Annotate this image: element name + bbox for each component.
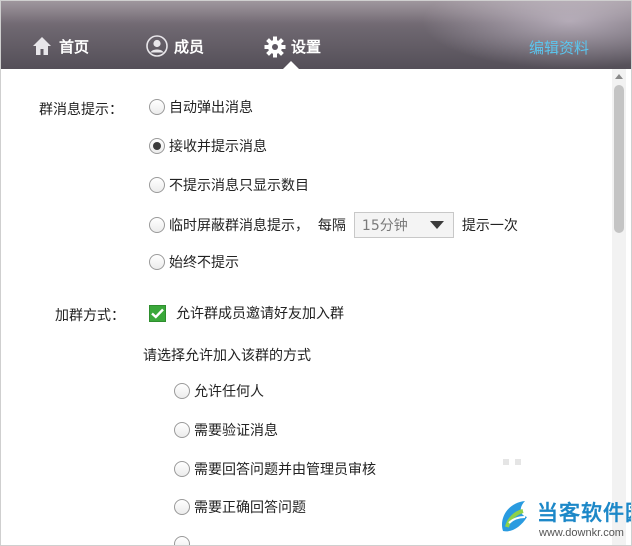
interval-select[interactable]: 15分钟 xyxy=(353,212,454,238)
member-icon xyxy=(146,35,168,57)
radio-button[interactable] xyxy=(174,383,190,399)
radio-button[interactable] xyxy=(149,254,165,270)
radio-button[interactable] xyxy=(149,217,165,233)
option-label: 允许任何人 xyxy=(194,384,264,400)
option-label: 需要正确回答问题 xyxy=(194,500,306,516)
tab-home-label: 首页 xyxy=(59,37,90,56)
interval-suffix: 提示一次 xyxy=(461,218,518,234)
option-label: 需要回答问题并由管理员审核 xyxy=(194,462,376,478)
header-bar: 首页 成员 设置 编辑资料 xyxy=(1,1,631,69)
checkbox-checked[interactable] xyxy=(149,304,166,322)
notify-option-count-only[interactable]: 不提示消息只显示数目 xyxy=(149,175,309,195)
option-label: 始终不提示 xyxy=(169,255,239,271)
settings-window: 首页 成员 设置 编辑资料 群消息提示： 自动弹出消息 接收并提示消息 不提示消… xyxy=(0,0,632,546)
interval-select-value: 15分钟 xyxy=(361,218,408,234)
tab-home[interactable]: 首页 xyxy=(31,31,89,61)
group-notify-label: 群消息提示： xyxy=(39,102,123,118)
dropdown-arrow-icon xyxy=(429,221,444,229)
join-method-label: 加群方式： xyxy=(55,308,125,324)
radio-button[interactable] xyxy=(174,422,190,438)
option-label: 自动弹出消息 xyxy=(169,100,253,116)
edit-profile-link[interactable]: 编辑资料 xyxy=(529,37,589,58)
option-label: 临时屏蔽群消息提示， 每隔 xyxy=(169,218,346,234)
join-method-prompt: 请选择允许加入该群的方式 xyxy=(143,348,311,364)
radio-button[interactable] xyxy=(149,177,165,193)
option-label: 接收并提示消息 xyxy=(169,139,267,155)
faint-mark-icon xyxy=(503,459,521,465)
scroll-thumb[interactable] xyxy=(614,85,624,233)
notify-option-receive-prompt[interactable]: 接收并提示消息 xyxy=(149,136,267,156)
home-icon xyxy=(31,35,53,57)
join-option-verify-message[interactable]: 需要验证消息 xyxy=(174,420,278,440)
tab-members-label: 成员 xyxy=(174,37,205,56)
scroll-up-arrow-icon[interactable] xyxy=(615,74,623,79)
radio-button[interactable] xyxy=(174,499,190,515)
watermark-name: 当客软件园 xyxy=(537,501,631,525)
allow-invite-option[interactable]: 允许群成员邀请好友加入群 xyxy=(149,303,344,323)
watermark-logo-icon xyxy=(501,501,527,532)
join-option-answer-correctly[interactable]: 需要正确回答问题 xyxy=(174,497,306,517)
check-icon xyxy=(151,308,164,319)
vertical-scrollbar[interactable] xyxy=(612,69,626,545)
tab-settings-label: 设置 xyxy=(291,37,322,56)
radio-button[interactable] xyxy=(174,536,190,545)
tab-members[interactable]: 成员 xyxy=(146,31,204,61)
settings-content: 群消息提示： 自动弹出消息 接收并提示消息 不提示消息只显示数目 临时屏蔽群消息… xyxy=(1,69,611,545)
join-option-anyone[interactable]: 允许任何人 xyxy=(174,381,264,401)
radio-button[interactable] xyxy=(149,99,165,115)
watermark-url: www.downkr.com xyxy=(539,527,624,539)
option-label: 不提示消息只显示数目 xyxy=(169,178,309,194)
option-label: 需要验证消息 xyxy=(194,423,278,439)
notify-option-auto-popup[interactable]: 自动弹出消息 xyxy=(149,97,253,117)
tab-settings[interactable]: 设置 xyxy=(263,31,321,61)
watermark: 当客软件园 www.downkr.com xyxy=(497,495,631,545)
radio-button[interactable] xyxy=(174,461,190,477)
join-option-answer-admin-review[interactable]: 需要回答问题并由管理员审核 xyxy=(174,459,376,479)
allow-invite-label: 允许群成员邀请好友加入群 xyxy=(176,306,344,322)
gear-icon xyxy=(263,35,286,58)
radio-button-selected[interactable] xyxy=(149,138,165,154)
notify-option-temp-block[interactable]: 临时屏蔽群消息提示， 每隔 15分钟 提示一次 xyxy=(149,212,518,238)
notify-option-never[interactable]: 始终不提示 xyxy=(149,252,239,272)
active-tab-pointer xyxy=(283,61,299,69)
join-option-partial[interactable] xyxy=(174,536,194,545)
